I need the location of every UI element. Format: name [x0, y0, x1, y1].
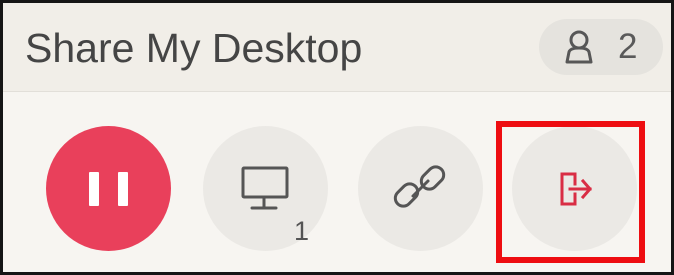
person-icon — [565, 30, 593, 64]
window-title: Share My Desktop — [25, 25, 363, 71]
screen-number-badge: 1 — [294, 216, 310, 246]
exit-icon — [560, 172, 592, 206]
participants-button[interactable]: 2 — [539, 19, 663, 75]
pause-icon-right-bar — [118, 172, 128, 206]
pause-share-button[interactable] — [46, 126, 171, 251]
panel-header: Share My Desktop 2 — [3, 3, 671, 92]
link-icon — [393, 165, 446, 208]
select-screen-button[interactable]: 1 — [203, 126, 328, 251]
pause-icon-left-bar — [89, 172, 99, 206]
share-desktop-panel: Share My Desktop 2 1 — [0, 0, 674, 275]
copy-link-button[interactable] — [358, 126, 483, 251]
leave-share-button[interactable] — [512, 126, 637, 251]
monitor-icon — [241, 166, 289, 210]
participants-count: 2 — [618, 27, 638, 66]
